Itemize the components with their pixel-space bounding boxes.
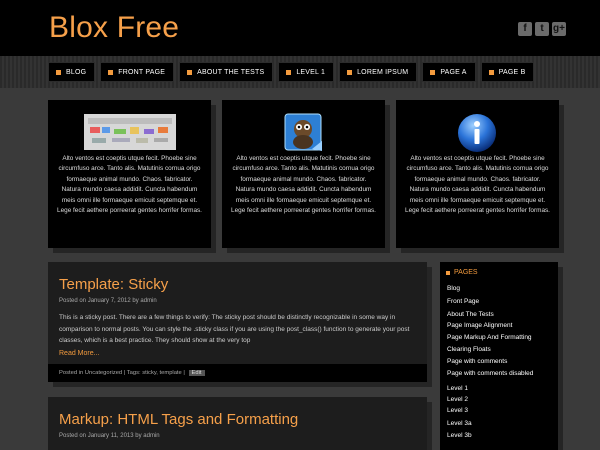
nav-item-lorem-ipsum[interactable]: LOREM IPSUM: [339, 62, 418, 82]
sidebar-item-level-1[interactable]: Level 1: [447, 385, 468, 392]
nav-label: BLOG: [66, 68, 87, 76]
feature-box-2: Alto ventos est coeptis utque fecit. Pho…: [222, 100, 385, 248]
post-taxonomy: Posted in Uncategorized | Tags: sticky, …: [59, 370, 185, 376]
post-markup: Markup: HTML Tags and Formatting Posted …: [48, 397, 427, 450]
sidebar-item-page-markup-and-formatting[interactable]: Page Markup And Formatting: [447, 334, 532, 341]
screenshot-thumbnail-image[interactable]: [84, 114, 176, 150]
post-excerpt: This is a sticky post. There are a few t…: [59, 314, 410, 344]
post-title[interactable]: Template: Sticky: [59, 276, 168, 293]
feature-text: Alto ventos est coeptis utque fecit. Pho…: [57, 155, 202, 215]
nav-item-front-page[interactable]: FRONT PAGE: [100, 62, 175, 82]
post-sticky: Template: Sticky Posted on January 7, 20…: [48, 262, 427, 382]
googleplus-icon[interactable]: g+: [552, 22, 566, 36]
main-navigation: BLOG FRONT PAGE ABOUT THE TESTS LEVEL 1 …: [0, 56, 600, 88]
nav-item-level-1[interactable]: LEVEL 1: [278, 62, 335, 82]
site-header: Blox Free f t g+: [0, 0, 600, 56]
feature-text: Alto ventos est coeptis utque fecit. Pho…: [405, 155, 550, 215]
nav-item-page-b[interactable]: PAGE B: [480, 62, 535, 82]
info-icon[interactable]: [456, 112, 498, 154]
site-title[interactable]: Blox Free: [49, 11, 179, 45]
sidebar-item-about-the-tests[interactable]: About The Tests: [447, 311, 494, 318]
sidebar-item-page-with-comments[interactable]: Page with comments: [447, 358, 507, 365]
sidebar-item-level-3b[interactable]: Level 3b: [447, 432, 472, 439]
nav-item-blog[interactable]: BLOG: [48, 62, 96, 82]
sidebar-item-page-with-comments-disabled[interactable]: Page with comments disabled: [447, 370, 533, 377]
twitter-icon[interactable]: t: [535, 22, 549, 36]
sidebar-item-level-2[interactable]: Level 2: [447, 396, 468, 403]
sidebar-pages-widget: PAGES Blog Front Page About The Tests Pa…: [440, 262, 558, 450]
nav-label: FRONT PAGE: [118, 68, 166, 76]
sidebar-item-page-image-alignment[interactable]: Page Image Alignment: [447, 322, 512, 329]
post-meta: Posted on January 11, 2013 by admin: [59, 433, 160, 439]
nav-bullet-icon: [286, 69, 292, 75]
sidebar-item-clearing-floats[interactable]: Clearing Floats: [447, 346, 491, 353]
nav-label: PAGE B: [498, 68, 526, 76]
nav-item-about-the-tests[interactable]: ABOUT THE TESTS: [179, 62, 274, 82]
nav-label: LEVEL 1: [296, 68, 326, 76]
sidebar-item-blog[interactable]: Blog: [447, 285, 460, 292]
nav-bullet-icon: [347, 69, 353, 75]
feature-box-1: Alto ventos est coeptis utque fecit. Pho…: [48, 100, 211, 248]
feature-text: Alto ventos est coeptis utque fecit. Pho…: [231, 155, 376, 215]
post-footer: Posted in Uncategorized | Tags: sticky, …: [48, 364, 427, 382]
sidebar-heading-label: PAGES: [454, 269, 478, 276]
nav-bullet-icon: [488, 69, 494, 75]
nav-bullet-icon: [430, 69, 436, 75]
edit-button[interactable]: Edit: [188, 370, 205, 376]
nav-bullet-icon: [56, 69, 61, 75]
sidebar-heading: PAGES: [446, 269, 478, 276]
sidebar-item-level-3a[interactable]: Level 3a: [447, 420, 472, 427]
post-meta: Posted on January 7, 2012 by admin: [59, 298, 157, 304]
sidebar-item-front-page[interactable]: Front Page: [447, 298, 479, 305]
bullet-icon: [446, 270, 450, 275]
nav-item-page-a[interactable]: PAGE A: [422, 62, 476, 82]
social-links: f t g+: [518, 22, 566, 36]
nav-bullet-icon: [187, 69, 193, 75]
nav-label: LOREM IPSUM: [357, 68, 409, 76]
sidebar-item-level-3[interactable]: Level 3: [447, 407, 468, 414]
post-title[interactable]: Markup: HTML Tags and Formatting: [59, 411, 298, 428]
feature-box-3: Alto ventos est coeptis utque fecit. Pho…: [396, 100, 559, 248]
nav-label: ABOUT THE TESTS: [197, 68, 265, 76]
mascot-icon[interactable]: [282, 111, 326, 153]
read-more-link[interactable]: Read More...: [59, 350, 99, 357]
nav-label: PAGE A: [440, 68, 467, 76]
facebook-icon[interactable]: f: [518, 22, 532, 36]
nav-bullet-icon: [108, 69, 114, 75]
